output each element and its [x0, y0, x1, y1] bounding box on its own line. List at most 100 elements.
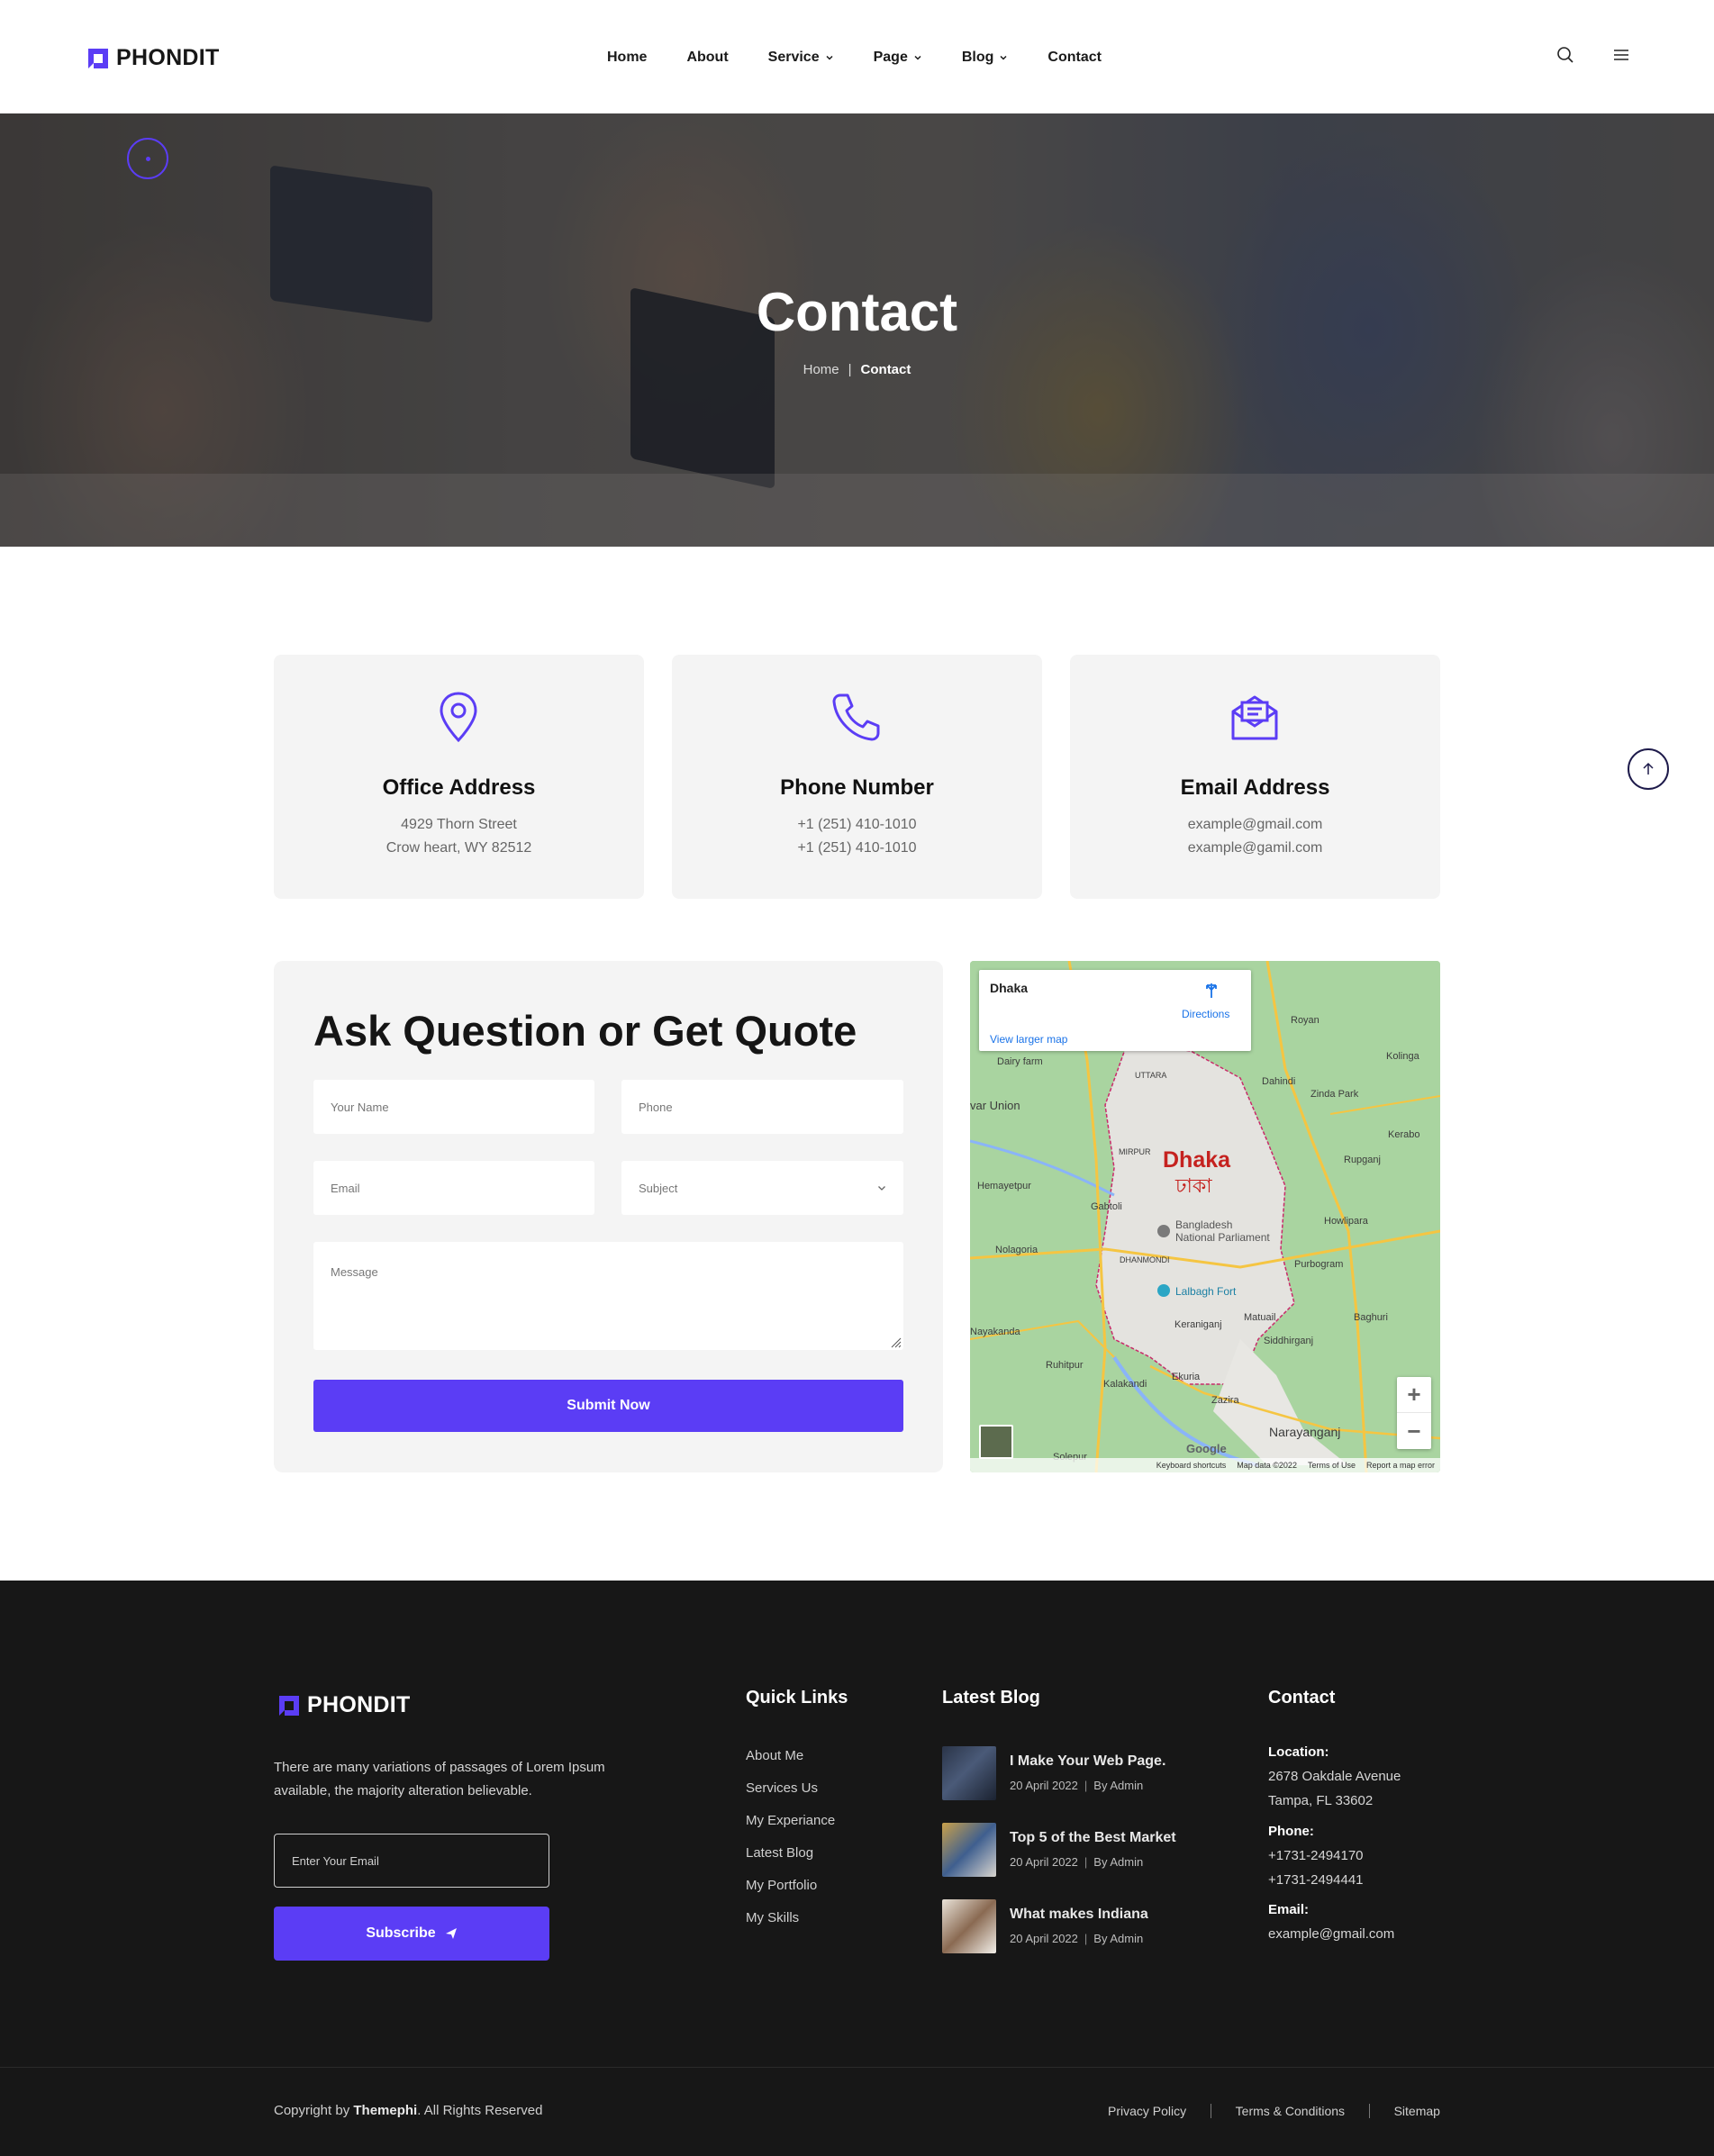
footer-logo[interactable]: PHONDIT [279, 1692, 411, 1718]
contact-email: Email: example@gmail.com [1268, 1902, 1448, 1946]
map-city-label-bn: ঢাকা [1175, 1174, 1212, 1197]
menu-icon[interactable] [1611, 45, 1631, 65]
quick-link[interactable]: My Skills [746, 1910, 835, 1928]
phone-label: Phone: [1268, 1824, 1314, 1839]
chevron-down-icon [1000, 55, 1007, 60]
privacy-policy-link[interactable]: Privacy Policy [1108, 2104, 1186, 2118]
phone-field[interactable]: Phone [621, 1080, 903, 1134]
directions-icon[interactable] [1202, 981, 1221, 1001]
blog-thumbnail [942, 1899, 996, 1953]
nav-blog[interactable]: Blog [962, 47, 1009, 68]
breadcrumb-current: Contact [860, 362, 911, 377]
map-label: Dairy farm [997, 1056, 1043, 1067]
blog-title: Top 5 of the Best Market [1010, 1830, 1176, 1845]
quick-link[interactable]: Latest Blog [746, 1845, 835, 1863]
map-info-card: Dhaka Directions View larger map [979, 970, 1251, 1051]
blog-item[interactable]: I Make Your Web Page. 20 April 2022 | By A… [942, 1746, 1203, 1802]
map-pin-icon [440, 692, 477, 743]
quick-link[interactable]: Services Us [746, 1780, 835, 1798]
subscribe-button[interactable]: Subscribe [274, 1907, 549, 1961]
chevron-down-icon [878, 1186, 885, 1191]
quick-link[interactable]: About Me [746, 1748, 835, 1766]
card-line: 4929 Thorn Street [401, 817, 517, 832]
map-label: var Union [970, 1099, 1020, 1112]
view-larger-map-link[interactable]: View larger map [990, 1033, 1067, 1046]
card-line: example@gamil.com [1187, 840, 1323, 856]
phone-icon [832, 693, 880, 741]
location-line: Tampa, FL 33602 [1268, 1793, 1374, 1808]
resize-grip-icon[interactable] [889, 1336, 902, 1348]
blog-item[interactable]: Top 5 of the Best Market 20 April 2022 | B… [942, 1823, 1203, 1879]
satellite-toggle[interactable] [979, 1425, 1013, 1459]
email-field[interactable]: Email [313, 1161, 594, 1215]
card-line: +1 (251) 410-1010 [797, 817, 917, 832]
message-textarea[interactable]: Message [313, 1242, 903, 1350]
report-map-error-link[interactable]: Report a map error [1366, 1461, 1435, 1470]
scroll-to-top-button[interactable] [1628, 748, 1669, 790]
blog-meta: 20 April 2022 | By Admin [1010, 1855, 1144, 1869]
contact-location: Location: 2678 Oakdale Avenue Tampa, FL … [1268, 1744, 1448, 1813]
map-label: Zinda Park [1310, 1089, 1359, 1100]
map-label: Kerabo [1388, 1129, 1420, 1140]
map-city-label: Dhaka [1163, 1147, 1231, 1173]
header-actions [1555, 45, 1631, 65]
newsletter-email-input[interactable]: Enter Your Email [274, 1834, 549, 1888]
name-field[interactable]: Your Name [313, 1080, 594, 1134]
nav-about[interactable]: About [686, 47, 728, 68]
breadcrumb-home[interactable]: Home [803, 362, 839, 377]
map-label: MIRPUR [1119, 1147, 1151, 1156]
card-title: Office Address [382, 775, 536, 800]
email-label: Email: [1268, 1902, 1310, 1917]
map-label: Hemayetpur [977, 1181, 1031, 1191]
keyboard-shortcuts-link[interactable]: Keyboard shortcuts [1156, 1461, 1227, 1470]
themephi-link[interactable]: Themephi [353, 2103, 417, 2118]
zoom-in-button[interactable]: + [1397, 1377, 1431, 1413]
blog-meta: 20 April 2022 | By Admin [1010, 1932, 1144, 1945]
send-icon [445, 1928, 457, 1939]
map-label: Zazira [1211, 1395, 1239, 1406]
submit-button[interactable]: Submit Now [313, 1380, 903, 1432]
quick-link[interactable]: My Portfolio [746, 1878, 835, 1896]
map-label: Gabtoli [1091, 1201, 1122, 1212]
phone-number[interactable]: +1731-2494441 [1268, 1868, 1448, 1892]
map-label: Matuail [1244, 1312, 1276, 1323]
quote-form: Ask Question or Get Quote Your Name Phon… [274, 961, 943, 1472]
blog-title: What makes Indiana [1010, 1907, 1148, 1922]
phone-number-card: Phone Number +1 (251) 410-1010 +1 (251) … [672, 655, 1042, 899]
nav-contact[interactable]: Contact [1047, 47, 1102, 68]
map-label: Ruhitpur [1046, 1360, 1084, 1371]
envelope-icon [1231, 695, 1278, 740]
quick-links-heading: Quick Links [746, 1688, 848, 1708]
card-title: Email Address [1180, 775, 1330, 800]
chevron-down-icon [826, 55, 833, 60]
quick-links-list: About Me Services Us My Experiance Lates… [746, 1748, 835, 1928]
directions-link[interactable]: Directions [1182, 1008, 1229, 1020]
map-label: Siddhirganj [1264, 1336, 1314, 1346]
subject-select[interactable]: Subject [621, 1161, 903, 1215]
sitemap-link[interactable]: Sitemap [1394, 2104, 1440, 2118]
chevron-down-icon [914, 55, 921, 60]
email-address[interactable]: example@gmail.com [1268, 1922, 1448, 1946]
site-logo[interactable]: PHONDIT [88, 45, 220, 71]
google-map[interactable]: Dhaka Directions View larger map Dhaka ঢ… [970, 961, 1440, 1472]
terms-conditions-link[interactable]: Terms & Conditions [1236, 2104, 1345, 2118]
card-line: Crow heart, WY 82512 [385, 840, 532, 856]
map-place-name: Dhaka [990, 981, 1029, 995]
logo-text: PHONDIT [307, 1692, 411, 1717]
google-logo: Google [1186, 1442, 1227, 1455]
phone-number[interactable]: +1731-2494170 [1268, 1843, 1448, 1868]
map-data-label: Map data ©2022 [1237, 1461, 1297, 1470]
map-label: Howlipara [1324, 1216, 1368, 1227]
logo-mark-icon [279, 1695, 299, 1716]
site-footer: PHONDIT There are many variations of pas… [0, 1581, 1714, 2156]
zoom-out-button[interactable]: − [1397, 1413, 1431, 1449]
map-label: Bangladesh National Parliament [1175, 1218, 1270, 1244]
nav-page[interactable]: Page [874, 47, 922, 68]
blog-item[interactable]: What makes Indiana 20 April 2022 | By Admi… [942, 1899, 1203, 1955]
blog-title: I Make Your Web Page. [1010, 1753, 1166, 1769]
nav-home[interactable]: Home [607, 47, 647, 68]
nav-service[interactable]: Service [768, 47, 834, 68]
search-icon[interactable] [1555, 45, 1575, 65]
terms-of-use-link[interactable]: Terms of Use [1308, 1461, 1356, 1470]
quick-link[interactable]: My Experiance [746, 1813, 835, 1831]
